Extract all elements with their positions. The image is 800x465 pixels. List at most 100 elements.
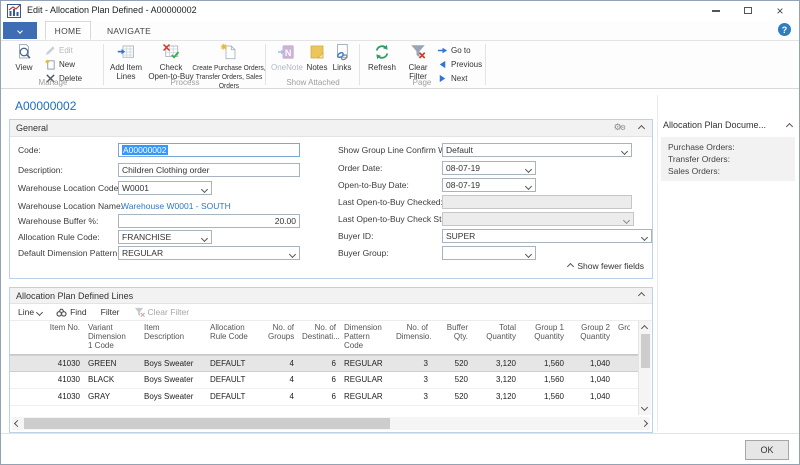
buyer-group-field[interactable] — [442, 246, 536, 260]
grid-header-cell[interactable]: Buffer Qty. — [432, 321, 472, 354]
scroll-up-icon[interactable] — [640, 324, 649, 333]
tab-navigate[interactable]: NAVIGATE — [97, 21, 161, 40]
grid-header-cell[interactable]: Allocation Rule Code — [206, 321, 264, 354]
links-button[interactable]: Links — [331, 43, 353, 83]
grid-cell[interactable]: 3 — [392, 372, 432, 388]
previous-button[interactable]: Previous — [437, 58, 482, 71]
table-row[interactable]: 41030 GRAY Boys Sweater DEFAULT 4 6 REGULAR 3 52… — [10, 389, 638, 406]
grid-cell[interactable]: Boys Sweater — [140, 389, 206, 405]
grid-header-cell[interactable]: Dimension Pattern Code — [340, 321, 392, 354]
chevron-down-icon[interactable] — [524, 165, 533, 174]
grid-cell[interactable]: REGULAR — [340, 372, 392, 388]
chevron-down-icon[interactable] — [200, 234, 209, 243]
show-group-line-confirm-field[interactable]: Default — [442, 143, 632, 157]
grid-cell[interactable]: 520 — [432, 372, 472, 388]
grid-cell[interactable]: 6 — [298, 389, 340, 405]
grid-cell[interactable]: 3,120 — [472, 372, 520, 388]
grid-header-cell[interactable]: Group — [614, 321, 630, 354]
grid-cell[interactable]: 1,560 — [520, 389, 568, 405]
find-button[interactable]: Find — [56, 307, 87, 318]
grid-header-cell[interactable]: Item No. — [24, 321, 84, 354]
create-orders-button[interactable]: Create Purchase Orders, Transfer Orders,… — [192, 43, 266, 90]
grid-header-cell[interactable]: Group 2 Quantity — [568, 321, 614, 354]
grid-cell[interactable]: 1,040 — [568, 372, 614, 388]
scroll-left-icon[interactable] — [13, 419, 22, 428]
grid-cell[interactable]: 4 — [264, 372, 298, 388]
grid-header-cell[interactable]: Group 1 Quantity — [520, 321, 568, 354]
default-dimension-pattern-field[interactable]: REGULAR — [118, 246, 300, 260]
grid-header-cell[interactable]: Item Description — [140, 321, 206, 354]
grid-cell[interactable]: REGULAR — [340, 356, 392, 371]
gear-icon[interactable]: ⚙⚙ — [614, 122, 626, 133]
grid-cell[interactable]: GRAY — [84, 389, 140, 405]
grid-cell[interactable]: DEFAULT — [206, 372, 264, 388]
warehouse-location-code-field[interactable]: W0001 — [118, 181, 212, 195]
grid-cell[interactable]: BLACK — [84, 372, 140, 388]
refresh-button[interactable]: Refresh — [363, 43, 401, 83]
close-button[interactable]: × — [765, 1, 795, 20]
table-row[interactable]: 41030 GREEN Boys Sweater DEFAULT 4 6 REGULAR 3 5… — [10, 355, 638, 372]
grid-cell[interactable]: 3 — [392, 356, 432, 371]
chevron-down-icon[interactable] — [288, 250, 297, 259]
grid-cell[interactable]: 41030 — [24, 389, 84, 405]
general-fasttab-header[interactable]: General ⚙⚙ — [10, 120, 652, 137]
grid-cell[interactable]: 4 — [264, 389, 298, 405]
grid-cell[interactable]: DEFAULT — [206, 356, 264, 371]
grid-cell[interactable]: 1,040 — [568, 356, 614, 371]
chevron-down-icon[interactable] — [200, 185, 209, 194]
warehouse-location-name-link[interactable]: Warehouse W0001 - SOUTH — [121, 201, 231, 211]
buyer-id-field[interactable]: SUPER — [442, 229, 652, 243]
chevron-down-icon[interactable] — [640, 233, 649, 242]
collapse-general-icon[interactable] — [637, 124, 646, 133]
scroll-down-icon[interactable] — [640, 403, 649, 412]
table-row[interactable]: 41030 BLACK Boys Sweater DEFAULT 4 6 REGULAR 3 5… — [10, 372, 638, 389]
chevron-down-icon[interactable] — [620, 147, 629, 156]
grid-cell[interactable]: Boys Sweater — [140, 372, 206, 388]
grid-header-cell[interactable]: No. of Dimensio... — [392, 321, 432, 354]
chevron-down-icon[interactable] — [524, 182, 533, 191]
grid-cell[interactable]: 1,560 — [520, 372, 568, 388]
grid-cell[interactable]: 41030 — [24, 372, 84, 388]
grid-cell[interactable]: 6 — [298, 356, 340, 371]
grid-header-cell[interactable]: Variant Dimension 1 Code — [84, 321, 140, 354]
grid-cell[interactable]: 520 — [432, 389, 472, 405]
code-field[interactable]: A00000002 — [118, 143, 300, 157]
clear-filter-button[interactable]: Clear Filter — [403, 43, 433, 83]
grid-cell[interactable]: GREEN — [84, 356, 140, 371]
scroll-right-icon[interactable] — [640, 419, 649, 428]
grid-header-cell[interactable]: Total Quantity — [472, 321, 520, 354]
allocation-rule-code-field[interactable]: FRANCHISE — [118, 230, 212, 244]
ok-button[interactable]: OK — [745, 440, 789, 460]
grid-cell[interactable]: 3 — [392, 389, 432, 405]
maximize-button[interactable] — [733, 1, 763, 20]
tab-home[interactable]: HOME — [45, 21, 91, 40]
grid-cell[interactable]: 41030 — [24, 356, 84, 371]
horizontal-scrollbar[interactable] — [12, 417, 650, 430]
warehouse-buffer-field[interactable]: 20.00 — [118, 214, 300, 228]
grid-cell[interactable]: 3,120 — [472, 389, 520, 405]
chevron-down-icon[interactable] — [524, 250, 533, 259]
notes-button[interactable]: Notes — [305, 43, 329, 83]
application-menu-button[interactable] — [3, 22, 37, 39]
grid-cell[interactable]: 1,560 — [520, 356, 568, 371]
goto-button[interactable]: Go to — [437, 44, 471, 57]
new-button[interactable]: New — [45, 58, 75, 71]
description-field[interactable]: Children Clothing order — [118, 163, 300, 177]
show-fewer-fields-link[interactable]: Show fewer fields — [567, 261, 644, 271]
add-item-lines-button[interactable]: Add Item Lines — [105, 43, 147, 83]
view-button[interactable]: View — [7, 43, 41, 83]
vertical-scrollbar[interactable] — [638, 321, 651, 415]
lines-fasttab-header[interactable]: Allocation Plan Defined Lines — [10, 288, 652, 304]
collapse-lines-icon[interactable] — [637, 291, 646, 300]
grid-cell[interactable]: REGULAR — [340, 389, 392, 405]
grid-cell[interactable]: DEFAULT — [206, 389, 264, 405]
grid-cell[interactable]: 520 — [432, 356, 472, 371]
help-icon[interactable]: ? — [778, 23, 791, 36]
open-to-buy-date-field[interactable]: 08-07-19 — [442, 178, 536, 192]
line-menu-button[interactable]: Line — [18, 307, 44, 317]
grid-cell[interactable]: 4 — [264, 356, 298, 371]
grid-cell[interactable]: 3,120 — [472, 356, 520, 371]
grid-header-cell[interactable]: No. of Groups — [264, 321, 298, 354]
grid-header-cell[interactable]: No. of Destinati... — [298, 321, 340, 354]
horizontal-scrollbar-thumb[interactable] — [24, 418, 390, 429]
